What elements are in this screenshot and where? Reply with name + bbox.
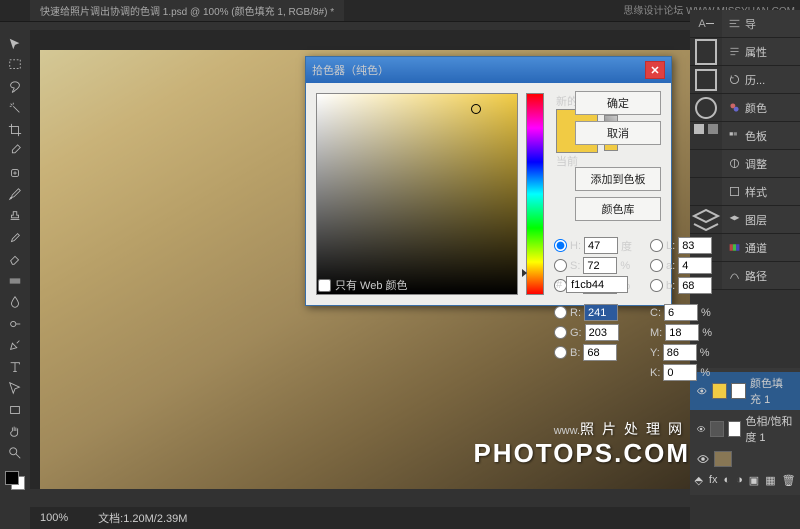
layer-name: 色相/饱和度 1 — [745, 413, 794, 445]
status-bar: 100% 文档:1.20M/2.39M — [30, 507, 690, 529]
layer-row[interactable]: 色相/饱和度 1 — [690, 410, 800, 448]
layer-thumb — [714, 451, 732, 467]
layer-thumb — [710, 421, 724, 437]
stamp-tool[interactable] — [4, 206, 26, 226]
link-icon[interactable]: ⬘ — [694, 474, 702, 487]
dodge-tool[interactable] — [4, 314, 26, 334]
eyedropper-tool[interactable] — [4, 142, 26, 162]
eye-icon[interactable] — [696, 422, 706, 436]
dialog-titlebar[interactable]: 拾色器（纯色） ✕ — [306, 57, 671, 83]
history-icon[interactable] — [690, 66, 722, 93]
layer-mask — [728, 421, 742, 437]
hue-marker — [522, 269, 527, 277]
c-field[interactable]: C:% — [650, 304, 712, 321]
brush-tool[interactable] — [4, 185, 26, 205]
layer-thumb — [712, 383, 727, 399]
blur-tool[interactable] — [4, 292, 26, 312]
document-tab[interactable]: 快速给照片调出协调的色调 1.psd @ 100% (颜色填充 1, RGB/8… — [30, 0, 344, 21]
zoom-tool[interactable] — [4, 443, 26, 463]
swatches-tab[interactable]: 色板 — [722, 122, 800, 149]
lasso-tool[interactable] — [4, 77, 26, 97]
properties-icon[interactable] — [690, 38, 722, 65]
crop-tool[interactable] — [4, 120, 26, 140]
hue-slider[interactable] — [526, 93, 544, 295]
adjust-icon[interactable]: ◑ — [736, 474, 743, 487]
doc-info: 文档:1.20M/2.39M — [98, 510, 187, 526]
site-watermark: www.照片处理网 PHOTOPS.COM — [473, 421, 690, 469]
gradient-tool[interactable] — [4, 271, 26, 291]
color-tab[interactable]: 颜色 — [722, 94, 800, 121]
type-tool[interactable] — [4, 357, 26, 377]
b-field[interactable]: b: — [650, 277, 712, 294]
eraser-tool[interactable] — [4, 249, 26, 269]
dialog-title: 拾色器（纯色） — [312, 62, 389, 78]
color-icon[interactable] — [690, 94, 722, 121]
layers-icon[interactable] — [690, 206, 722, 233]
m-field[interactable]: M:% — [650, 324, 712, 341]
folder-icon[interactable]: ▣ — [749, 474, 759, 487]
color-field[interactable] — [316, 93, 518, 295]
hex-field[interactable]: # — [556, 276, 628, 293]
bb-field[interactable]: B: — [554, 344, 632, 361]
h-field[interactable]: H:度 — [554, 237, 632, 254]
align-panel-icon[interactable]: 导 — [722, 10, 800, 37]
mask-icon[interactable]: ◐ — [723, 474, 730, 487]
color-lib-button[interactable]: 颜色库 — [575, 197, 661, 221]
swatches-icon[interactable] — [690, 122, 722, 149]
g-field[interactable]: G: — [554, 324, 632, 341]
adjustments-tab[interactable]: 调整 — [722, 150, 800, 177]
r-field[interactable]: R: — [554, 304, 632, 321]
zoom-level[interactable]: 100% — [40, 512, 68, 524]
a-field[interactable]: a: — [650, 257, 712, 274]
paths-tab[interactable]: 路径 — [722, 262, 800, 289]
layer-actions: ⬘ fx ◐ ◑ ▣ ▦ 🗑 — [690, 470, 800, 491]
history-brush-tool[interactable] — [4, 228, 26, 248]
shape-tool[interactable] — [4, 400, 26, 420]
add-swatch-button[interactable]: 添加到色板 — [575, 167, 661, 191]
layer-name: 颜色填充 1 — [750, 375, 794, 407]
history-tab[interactable]: 历... — [722, 66, 800, 93]
color-swatches[interactable] — [5, 471, 25, 491]
k-field[interactable]: K:% — [650, 364, 712, 381]
trash-icon[interactable]: 🗑 — [782, 474, 796, 487]
layers-tab[interactable]: 图层 — [722, 206, 800, 233]
layer-row[interactable] — [690, 448, 800, 470]
wand-tool[interactable] — [4, 99, 26, 119]
path-tool[interactable] — [4, 379, 26, 399]
char-panel-icon[interactable]: A — [690, 10, 722, 37]
close-button[interactable]: ✕ — [645, 61, 665, 79]
cancel-button[interactable]: 取消 — [575, 121, 661, 145]
color-picker-dialog: 拾色器（纯色） ✕ 新的 当前 — [305, 56, 672, 306]
layers-panel: 颜色填充 1 色相/饱和度 1 ⬘ fx ◐ ◑ ▣ ▦ 🗑 — [690, 368, 800, 495]
l-field[interactable]: L: — [650, 237, 712, 254]
layer-mask — [731, 383, 746, 399]
web-only-checkbox[interactable]: 只有 Web 颜色 — [318, 277, 408, 293]
hand-tool[interactable] — [4, 422, 26, 442]
eye-icon[interactable] — [696, 384, 708, 398]
tools-panel — [0, 30, 30, 490]
heal-tool[interactable] — [4, 163, 26, 183]
ok-button[interactable]: 确定 — [575, 91, 661, 115]
properties-tab[interactable]: 属性 — [722, 38, 800, 65]
pen-tool[interactable] — [4, 335, 26, 355]
move-tool[interactable] — [4, 34, 26, 54]
fx-icon[interactable]: fx — [709, 474, 718, 487]
channels-tab[interactable]: 通道 — [722, 234, 800, 261]
y-field[interactable]: Y:% — [650, 344, 712, 361]
eye-icon[interactable] — [696, 452, 710, 466]
new-icon[interactable]: ▦ — [765, 474, 775, 487]
marquee-tool[interactable] — [4, 56, 26, 76]
styles-tab[interactable]: 样式 — [722, 178, 800, 205]
s-field[interactable]: S:% — [554, 257, 632, 274]
color-cursor — [471, 104, 481, 114]
